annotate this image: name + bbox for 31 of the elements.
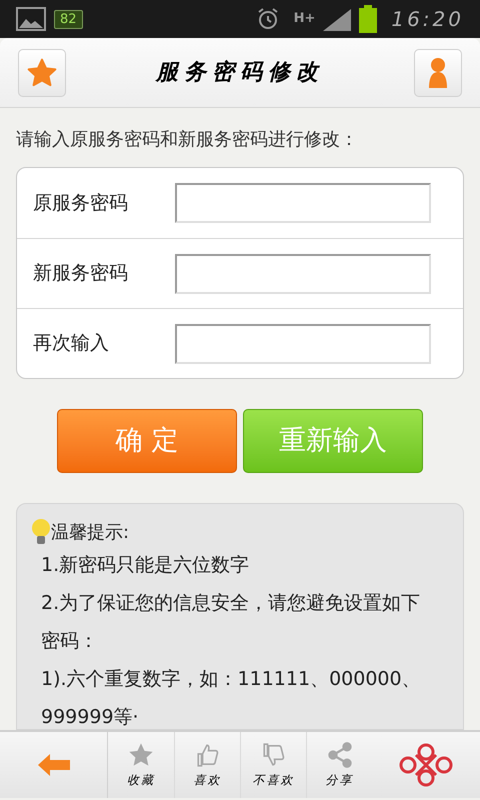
tips-title: 温馨提示: xyxy=(51,520,130,544)
tip-text: 1).六个重复数字，如：111111、000000、999999等· xyxy=(40,667,422,729)
alarm-icon xyxy=(256,7,280,31)
toolbar-item[interactable]: 不喜欢 xyxy=(240,732,306,798)
password-field[interactable] xyxy=(175,324,431,364)
image-icon xyxy=(16,7,46,31)
lightbulb-icon xyxy=(31,518,51,546)
toolbar-item[interactable]: 分享 xyxy=(306,732,372,798)
instruction-text: 请输入原服务密码和新服务密码进行修改： xyxy=(15,128,359,152)
toolbar-item[interactable]: 喜欢 xyxy=(174,732,240,798)
left-arrow-icon xyxy=(38,754,70,776)
field-label: 新服务密码 xyxy=(33,261,129,286)
profile-button[interactable] xyxy=(414,48,462,96)
network-type: H+ xyxy=(294,10,316,28)
knot-logo xyxy=(398,742,454,788)
tip-text: 2.为了保证您的信息安全，请您避免设置如下密码： xyxy=(40,591,422,654)
person-icon xyxy=(427,56,449,88)
star-icon xyxy=(26,56,58,88)
clock: 16:20 xyxy=(391,6,464,33)
share-icon xyxy=(326,741,354,769)
battery-badge: 82 xyxy=(54,10,83,28)
tip-text: 1.新密码只能是六位数字 xyxy=(40,553,250,578)
password-field[interactable] xyxy=(175,183,431,223)
signal-icon xyxy=(323,7,352,31)
field-label: 再次输入 xyxy=(33,331,110,356)
password-field[interactable] xyxy=(175,254,431,294)
toolbar-item[interactable]: 收藏 xyxy=(108,732,174,798)
favorite-button[interactable] xyxy=(18,48,66,96)
battery-icon xyxy=(359,5,378,33)
field-label: 原服务密码 xyxy=(33,190,129,216)
page-title: 服务密码修改 xyxy=(156,58,324,87)
